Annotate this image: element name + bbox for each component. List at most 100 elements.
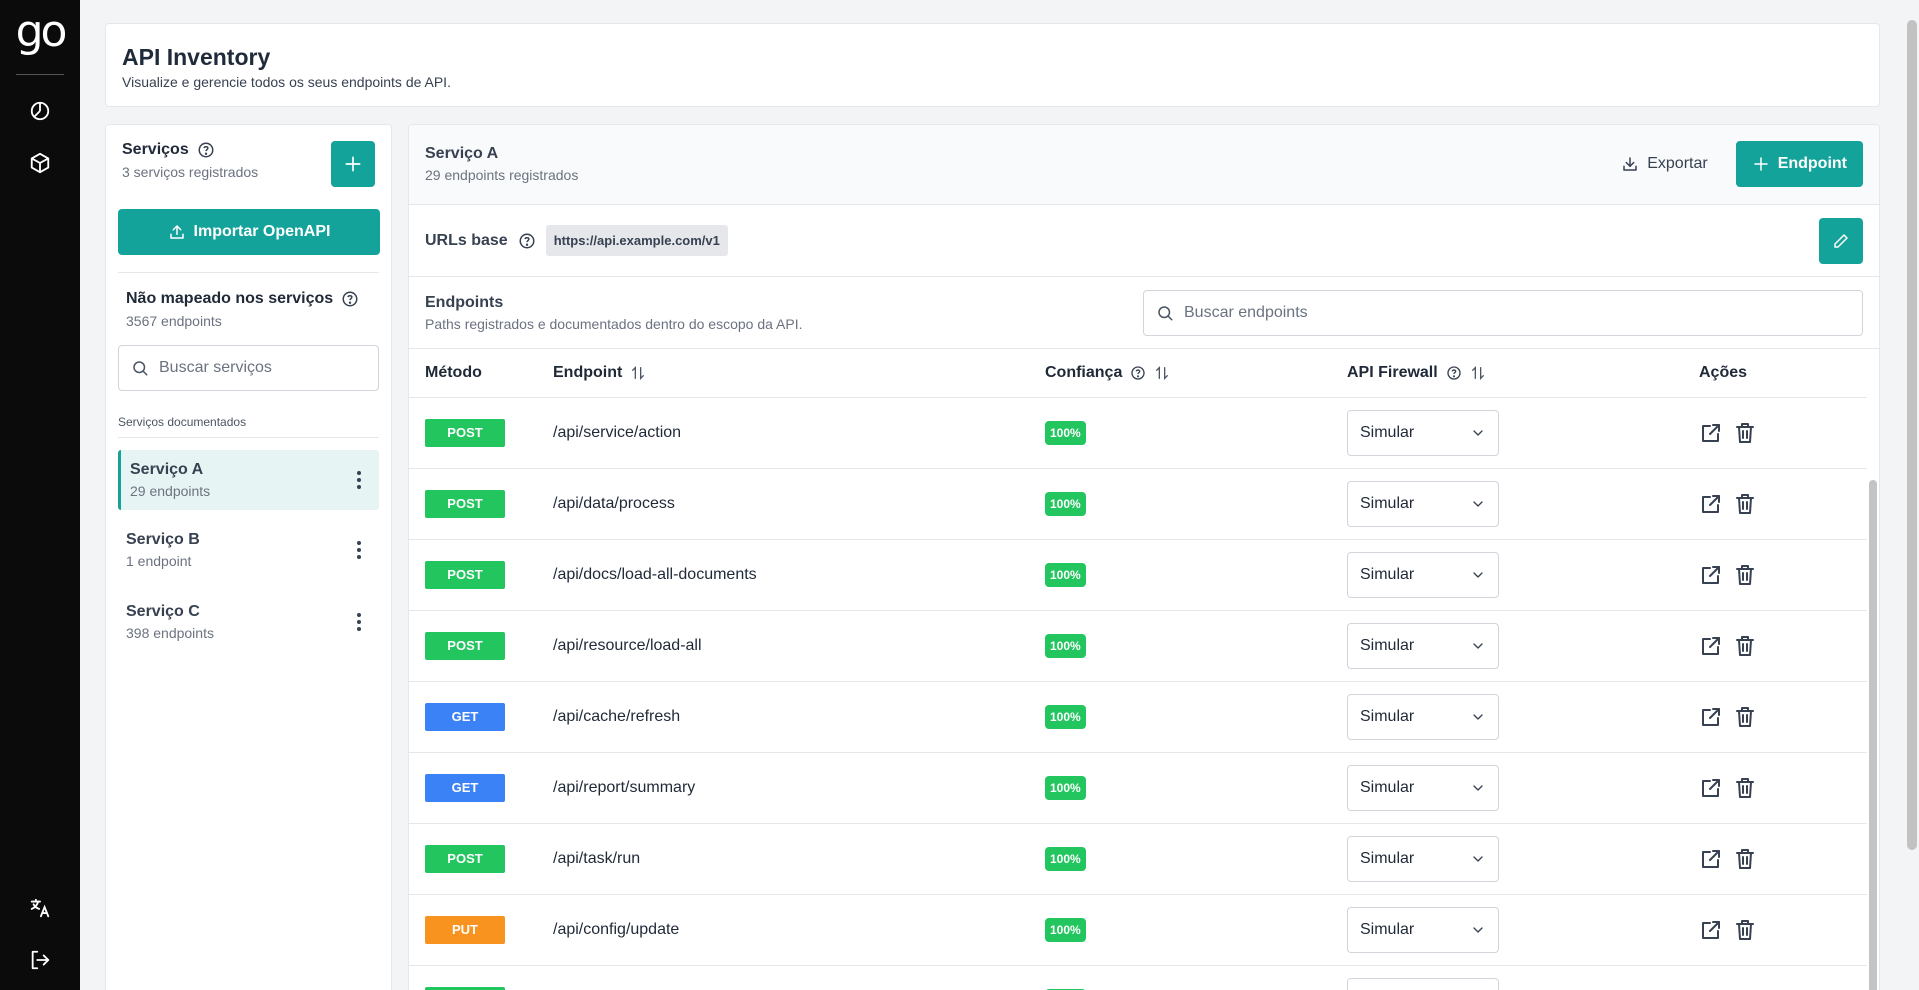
trash-icon[interactable] (1733, 705, 1757, 729)
help-icon[interactable] (1130, 365, 1146, 381)
firewall-mode-select[interactable]: Simular (1347, 693, 1499, 740)
column-actions: Ações (1683, 349, 1867, 397)
sort-icon[interactable] (630, 365, 646, 381)
column-firewall[interactable]: API Firewall (1331, 349, 1683, 397)
help-icon[interactable] (197, 141, 215, 159)
open-external-icon[interactable] (1699, 563, 1723, 587)
firewall-mode-select[interactable]: Simular (1347, 835, 1499, 882)
firewall-mode-select[interactable]: Simular (1347, 622, 1499, 669)
open-external-icon[interactable] (1699, 634, 1723, 658)
method-cell: POST (409, 823, 537, 894)
detail-subtitle: 29 endpoints registrados (425, 167, 579, 183)
service-item-c[interactable]: Serviço C 398 endpoints (118, 592, 379, 652)
page-scrollbar[interactable] (1907, 20, 1917, 850)
method-cell: POST (409, 965, 537, 990)
firewall-mode-select[interactable]: Simular (1347, 480, 1499, 527)
column-endpoint[interactable]: Endpoint (537, 349, 1029, 397)
method-cell: POST (409, 539, 537, 610)
endpoint-path[interactable]: /api/resource/load-all (537, 610, 1029, 681)
help-icon[interactable] (341, 290, 359, 308)
open-external-icon[interactable] (1699, 705, 1723, 729)
firewall-cell: Simular (1331, 823, 1683, 894)
sort-icon[interactable] (1154, 365, 1170, 381)
endpoint-path[interactable]: /api/task/run (537, 823, 1029, 894)
firewall-mode-select[interactable]: Simular (1347, 906, 1499, 953)
table-scrollbar[interactable] (1869, 480, 1877, 990)
confidence-badge: 100% (1045, 633, 1086, 658)
chevron-down-icon (1473, 926, 1483, 933)
open-external-icon[interactable] (1699, 918, 1723, 942)
edit-urls-button[interactable] (1819, 218, 1863, 264)
brand-logo[interactable]: go (16, 6, 68, 62)
endpoint-path[interactable]: /api/config/update (537, 894, 1029, 965)
cube-icon[interactable] (20, 143, 60, 183)
actions-cell (1683, 610, 1867, 681)
import-openapi-button[interactable]: Importar OpenAPI (118, 209, 380, 255)
services-title: Serviços (122, 141, 258, 159)
method-cell: POST (409, 397, 537, 468)
firewall-mode-value: Simular (1360, 494, 1415, 512)
firewall-mode-select[interactable]: Simular (1347, 409, 1499, 456)
unmapped-section[interactable]: Não mapeado nos serviços 3567 endpoints (118, 290, 379, 329)
firewall-mode-select[interactable]: Simular (1347, 551, 1499, 598)
confidence-badge: 100% (1045, 704, 1086, 729)
export-button[interactable]: Exportar (1609, 141, 1719, 187)
table-row: GET /api/report/summary 100% Simular (409, 752, 1867, 823)
firewall-mode-select[interactable]: Simular (1347, 977, 1499, 990)
table-row: POST /api/service/action 100% Simular (409, 397, 1867, 468)
trash-icon[interactable] (1733, 847, 1757, 871)
add-service-button[interactable] (331, 141, 375, 187)
endpoint-path[interactable] (537, 965, 1029, 990)
sort-icon[interactable] (1470, 365, 1486, 381)
trash-icon[interactable] (1733, 421, 1757, 445)
add-endpoint-button[interactable]: Endpoint (1735, 141, 1863, 187)
endpoint-path[interactable]: /api/report/summary (537, 752, 1029, 823)
table-row: POST /api/resource/load-all 100% Simular (409, 610, 1867, 681)
service-search-input[interactable] (159, 359, 366, 377)
table-row: GET /api/cache/refresh 100% Simular (409, 681, 1867, 752)
open-external-icon[interactable] (1699, 492, 1723, 516)
open-external-icon[interactable] (1699, 776, 1723, 800)
translate-icon[interactable] (20, 888, 60, 928)
dashboard-icon[interactable] (20, 91, 60, 131)
trash-icon[interactable] (1733, 634, 1757, 658)
endpoint-path[interactable]: /api/service/action (537, 397, 1029, 468)
confidence-cell: 100% (1029, 397, 1331, 468)
logout-icon[interactable] (20, 940, 60, 980)
service-item-a[interactable]: Serviço A 29 endpoints (118, 450, 379, 510)
open-external-icon[interactable] (1699, 847, 1723, 871)
open-external-icon[interactable] (1699, 421, 1723, 445)
endpoint-path[interactable]: /api/cache/refresh (537, 681, 1029, 752)
trash-icon[interactable] (1733, 492, 1757, 516)
trash-icon[interactable] (1733, 776, 1757, 800)
firewall-cell: Simular (1331, 610, 1683, 681)
column-actions-label: Ações (1699, 363, 1748, 381)
firewall-mode-value: Simular (1360, 707, 1415, 725)
firewall-mode-select[interactable]: Simular (1347, 764, 1499, 811)
endpoint-path[interactable]: /api/data/process (537, 468, 1029, 539)
column-confidence[interactable]: Confiança (1029, 349, 1331, 397)
page-title: API Inventory (122, 44, 271, 70)
more-icon[interactable] (349, 607, 369, 637)
actions-cell (1683, 894, 1867, 965)
endpoint-search-input[interactable] (1184, 303, 1850, 322)
help-icon[interactable] (518, 232, 536, 250)
firewall-mode-value: Simular (1360, 423, 1415, 441)
more-icon[interactable] (349, 535, 369, 565)
more-icon[interactable] (349, 465, 369, 495)
firewall-mode-value: Simular (1360, 778, 1415, 796)
service-search[interactable] (118, 345, 379, 391)
confidence-cell: 100% (1029, 539, 1331, 610)
column-method: Método (409, 349, 537, 397)
service-item-b[interactable]: Serviço B 1 endpoint (118, 520, 379, 580)
confidence-badge: 100% (1045, 846, 1086, 871)
firewall-mode-value: Simular (1360, 565, 1415, 583)
actions-cell (1683, 468, 1867, 539)
confidence-badge: 100% (1045, 420, 1086, 445)
trash-icon[interactable] (1733, 563, 1757, 587)
help-icon[interactable] (1446, 365, 1462, 381)
nav-rail: go (0, 0, 80, 990)
endpoint-path[interactable]: /api/docs/load-all-documents (537, 539, 1029, 610)
trash-icon[interactable] (1733, 918, 1757, 942)
endpoint-search[interactable] (1143, 289, 1863, 336)
